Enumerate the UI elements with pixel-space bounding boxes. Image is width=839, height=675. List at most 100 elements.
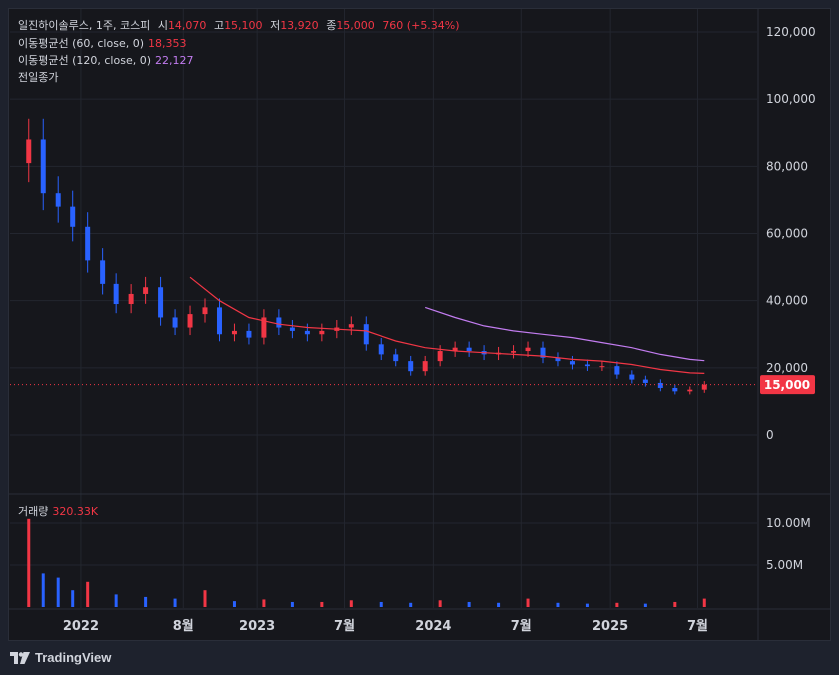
candle-body [525, 347, 531, 352]
low-label: 저 [270, 19, 281, 32]
candle-body [113, 283, 119, 305]
tradingview-logo-icon [10, 651, 30, 664]
candle-body [378, 344, 384, 355]
volume-bar [71, 590, 75, 607]
candle-body [437, 351, 443, 362]
candle-body [642, 379, 648, 383]
candle-body [202, 307, 208, 315]
ma120-line [425, 306, 705, 362]
time-tick-label: 2023 [239, 619, 275, 634]
time-tick-label: 8월 [173, 618, 194, 634]
ma60-legend[interactable]: 이동평균선 (60, close, 0) 18,353 [18, 37, 187, 51]
candle-body [393, 354, 399, 362]
volume-bar [173, 598, 177, 607]
price-tick-label: 20,000 [766, 361, 808, 375]
high-value: 15,100 [224, 19, 263, 32]
tradingview-logo[interactable]: TradingView [10, 650, 111, 665]
candle-body [216, 307, 222, 335]
candle-body [319, 330, 325, 335]
high-label: 고 [213, 19, 225, 32]
candle-body [276, 317, 282, 328]
volume-tick-label: 5.00M [766, 558, 803, 572]
volume-bar [409, 602, 413, 607]
volume-tick-label: 10.00M [766, 516, 811, 530]
candle-body [246, 330, 252, 338]
candle-body [304, 330, 310, 335]
volume-bar [56, 577, 60, 607]
chart-canvas[interactable]: 120,000100,00080,00060,00040,00020,0000 … [0, 0, 839, 675]
ma120-label: 이동평균선 (120, close, 0) [18, 54, 151, 67]
ma60-value: 18,353 [148, 37, 187, 50]
volume-axis-labels: 10.00M 5.00M [766, 516, 811, 572]
time-tick-label: 7월 [334, 618, 355, 634]
time-tick-label: 7월 [511, 618, 532, 634]
price-tick-label: 100,000 [766, 92, 816, 106]
candle-body [701, 384, 707, 390]
candle-body [672, 387, 678, 392]
candle-body [231, 330, 237, 335]
prev-close-legend[interactable]: 전일종가 [18, 71, 58, 85]
volume-bar [702, 598, 706, 607]
candle-body [687, 389, 693, 392]
grid-lines [10, 9, 757, 608]
time-tick-label: 7월 [687, 618, 708, 634]
volume-bar [114, 594, 118, 607]
candle-body [363, 324, 369, 345]
tradingview-wordmark: TradingView [35, 650, 112, 665]
open-value: 14,070 [167, 19, 207, 32]
price-tick-label: 80,000 [766, 159, 808, 173]
ma120-value: 22,127 [155, 54, 194, 67]
volume-bar [467, 601, 471, 607]
candle-body [408, 361, 414, 372]
ohlc-legend: 일진하이솔루스, 1주, 코스피 시14,070 고15,100 저13,920… [18, 19, 460, 33]
candle-body [55, 193, 61, 207]
candle-body [511, 351, 517, 353]
candle-body [40, 139, 46, 194]
candle-body [348, 324, 354, 328]
close-label: 종 [326, 19, 337, 32]
volume-label: 거래량 [18, 505, 49, 518]
volume-bar [673, 601, 677, 607]
candle-body [466, 347, 472, 352]
price-tick-label: 0 [766, 428, 774, 442]
candle-body [85, 226, 91, 261]
volume-bar [27, 518, 31, 607]
candle-body [657, 382, 663, 388]
candle-body [26, 139, 32, 164]
close-value: 15,000 [336, 19, 375, 32]
price-tick-label: 120,000 [766, 25, 816, 39]
change-value: 760 (+5.34%) [382, 19, 460, 32]
candle-body [128, 293, 134, 305]
volume-bar [41, 573, 45, 607]
ma60-line [189, 276, 705, 374]
price-tick-label: 60,000 [766, 227, 808, 241]
candle-body [599, 366, 605, 368]
volume-bar [615, 602, 619, 607]
volume-bar [349, 600, 353, 607]
volume-bar [497, 602, 501, 607]
current-price-tag-label: 15,000 [764, 378, 810, 392]
candle-body [70, 206, 76, 227]
prev-close-label: 전일종가 [18, 71, 59, 84]
volume-bar [643, 603, 647, 607]
candle-body [629, 374, 635, 380]
volume-bar [526, 598, 530, 607]
candle-body [422, 361, 428, 372]
volume-value: 320.33K [52, 505, 99, 518]
volume-bar [262, 599, 266, 607]
volume-bar [232, 601, 236, 607]
candle-body [187, 314, 193, 328]
ma120-legend[interactable]: 이동평균선 (120, close, 0) 22,127 [18, 54, 194, 68]
ma60-label: 이동평균선 (60, close, 0) [18, 37, 144, 50]
volume-legend[interactable]: 거래량 320.33K [18, 505, 98, 519]
volume-bar [290, 601, 294, 607]
price-candles [26, 118, 707, 395]
volume-bar [379, 601, 383, 607]
volume-bar [585, 603, 589, 607]
candle-body [172, 317, 178, 328]
volume-bar [203, 590, 207, 607]
volume-bar [144, 596, 148, 607]
volume-bars [27, 518, 706, 607]
symbol-title[interactable]: 일진하이솔루스, 1주, 코스피 [18, 19, 150, 32]
price-tick-label: 40,000 [766, 294, 808, 308]
